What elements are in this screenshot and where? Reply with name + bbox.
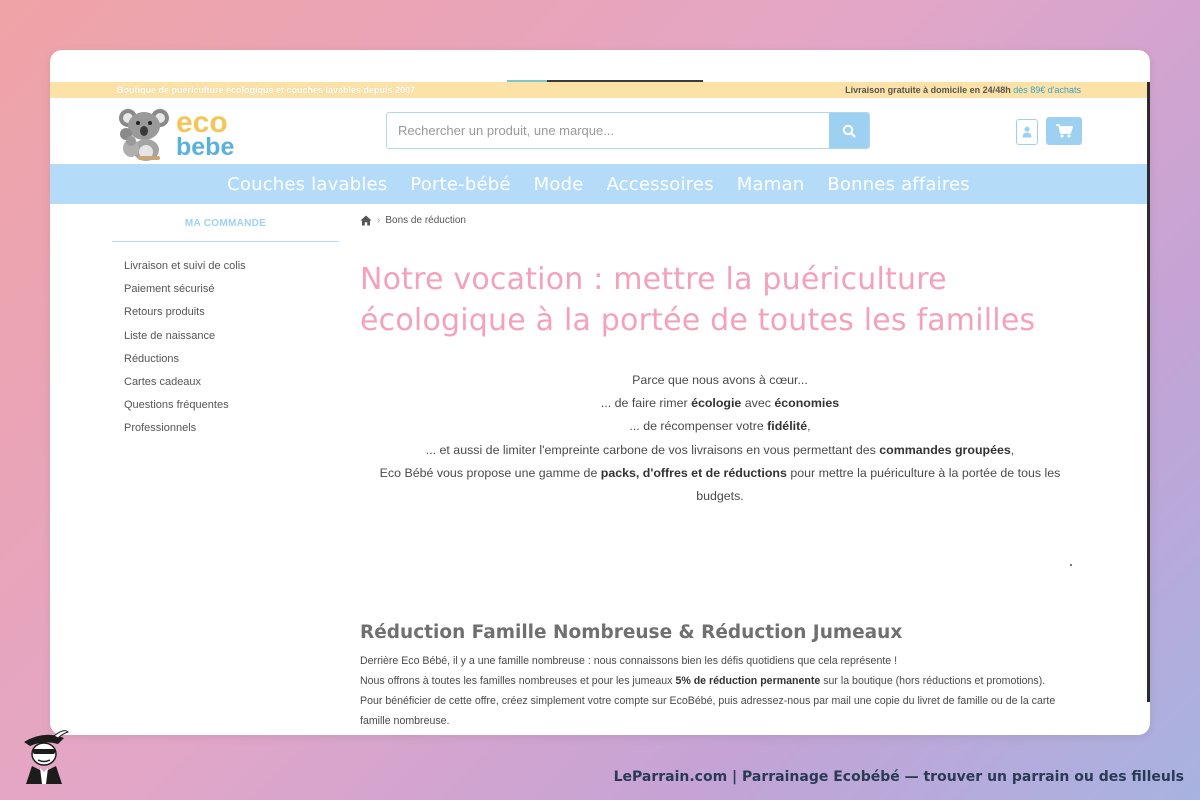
sidebar-item-faq[interactable]: Questions fréquentes	[124, 398, 339, 421]
footer-caption: LeParrain.com | Parrainage Ecobébé — tro…	[613, 769, 1184, 785]
breadcrumb-current: Bons de réduction	[385, 214, 466, 226]
search-input[interactable]	[387, 113, 829, 148]
free-delivery-threshold[interactable]: dès 89€ d'achats	[1013, 85, 1081, 95]
home-icon[interactable]	[360, 215, 372, 226]
search-icon	[842, 124, 856, 138]
nav-mode[interactable]: Mode	[534, 174, 584, 195]
section-paragraph-3: Pour bénéficier de cette offre, créez si…	[360, 695, 1056, 727]
search-bar	[386, 112, 870, 149]
intro-text: Parce que nous avons à cœur... ... de fa…	[360, 369, 1080, 508]
sidebar-item-retours[interactable]: Retours produits	[124, 305, 339, 328]
nav-couches-lavables[interactable]: Couches lavables	[227, 174, 387, 195]
announcement-bar: Boutique de puériculture écologique et c…	[50, 82, 1147, 98]
section-title: Réduction Famille Nombreuse & Réduction …	[360, 622, 903, 643]
section-paragraph-2: Nous offrons à toutes les familles nombr…	[360, 675, 1046, 687]
mascot-icon	[24, 730, 69, 784]
intro-line-2: ... de faire rimer écologie avec économi…	[600, 396, 840, 411]
sidebar-item-professionnels[interactable]: Professionnels	[124, 421, 339, 444]
section-paragraph-1: Derrière Eco Bébé, il y a une famille no…	[360, 655, 898, 667]
nav-maman[interactable]: Maman	[737, 174, 805, 195]
sidebar-item-paiement[interactable]: Paiement sécurisé	[124, 282, 339, 305]
breadcrumb: › Bons de réduction	[360, 210, 1080, 230]
sidebar-item-reductions[interactable]: Réductions	[124, 352, 339, 375]
section-body: Derrière Eco Bébé, il y a une famille no…	[360, 651, 1080, 731]
sidebar-item-cartes-cadeaux[interactable]: Cartes cadeaux	[124, 375, 339, 398]
cart-icon	[1056, 124, 1073, 138]
main-content: › Bons de réduction Notre vocation : met…	[360, 210, 1080, 727]
intro-line-1: Parce que nous avons à cœur...	[632, 373, 808, 387]
chevron-right-icon: ›	[377, 214, 381, 226]
separator-dot	[1070, 564, 1072, 566]
nav-porte-bebe[interactable]: Porte-bébé	[410, 174, 510, 195]
sidebar-menu: Livraison et suivi de colis Paiement séc…	[112, 259, 339, 445]
browser-page: Boutique de puériculture écologique et c…	[50, 50, 1150, 735]
nav-bonnes-affaires[interactable]: Bonnes affaires	[827, 174, 970, 195]
koala-icon	[119, 109, 169, 161]
intro-line-5: Eco Bébé vous propose une gamme de packs…	[379, 465, 1061, 504]
main-navigation: Couches lavables Porte-bébé Mode Accesso…	[50, 164, 1147, 204]
announcement-left: Boutique de puériculture écologique et c…	[117, 85, 416, 95]
free-delivery-text: Livraison gratuite à domicile en 24/48h	[845, 85, 1011, 95]
intro-line-3: ... de récompenser votre fidélité,	[629, 419, 811, 434]
search-button[interactable]	[829, 113, 869, 148]
leparrain-logo	[18, 728, 70, 784]
logo-bebe-text: bebe	[176, 133, 235, 161]
sidebar: MA COMMANDE Livraison et suivi de colis …	[112, 218, 339, 445]
cart-button[interactable]	[1046, 117, 1082, 145]
scrollbar[interactable]	[1147, 82, 1150, 702]
user-icon	[1022, 126, 1032, 138]
nav-accessoires[interactable]: Accessoires	[606, 174, 713, 195]
announcement-right: Livraison gratuite à domicile en 24/48h …	[845, 85, 1081, 95]
sidebar-item-liste-naissance[interactable]: Liste de naissance	[124, 329, 339, 352]
page-title: Notre vocation : mettre la puériculture …	[360, 262, 1036, 338]
sidebar-item-livraison[interactable]: Livraison et suivi de colis	[124, 259, 339, 282]
intro-line-4: ... et aussi de limiter l'empreinte carb…	[425, 442, 1015, 457]
site-logo[interactable]: eco bebe	[118, 106, 243, 162]
sidebar-title: MA COMMANDE	[112, 218, 339, 242]
account-button[interactable]	[1016, 119, 1038, 145]
